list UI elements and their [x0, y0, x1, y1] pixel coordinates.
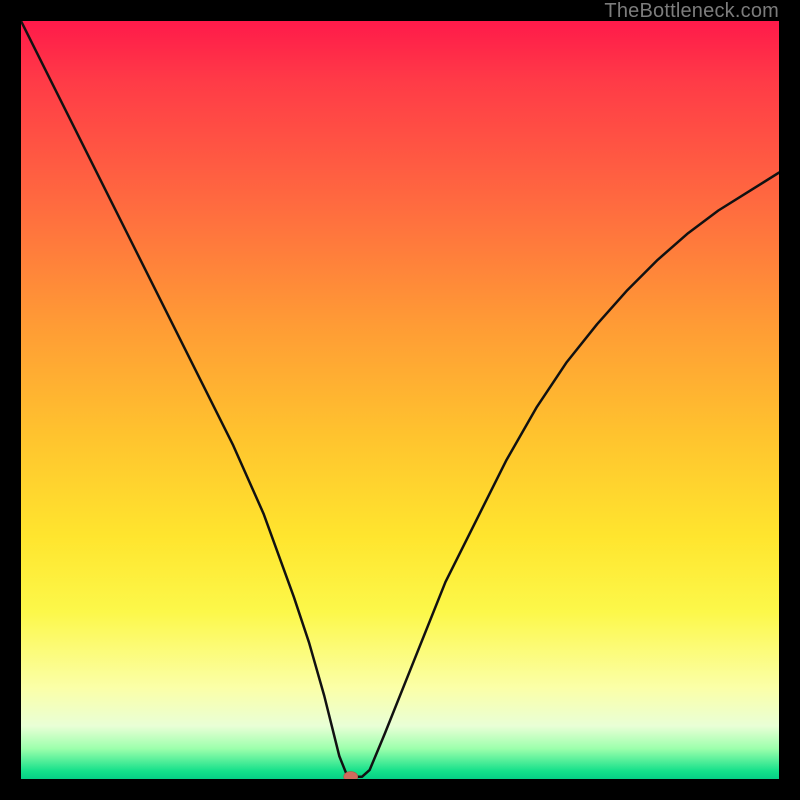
watermark-text: TheBottleneck.com — [604, 0, 779, 23]
minimum-marker — [344, 772, 358, 779]
chart-frame: TheBottleneck.com — [0, 0, 800, 800]
curve-layer — [21, 21, 779, 779]
bottleneck-curve — [21, 21, 779, 777]
plot-area — [21, 21, 779, 779]
